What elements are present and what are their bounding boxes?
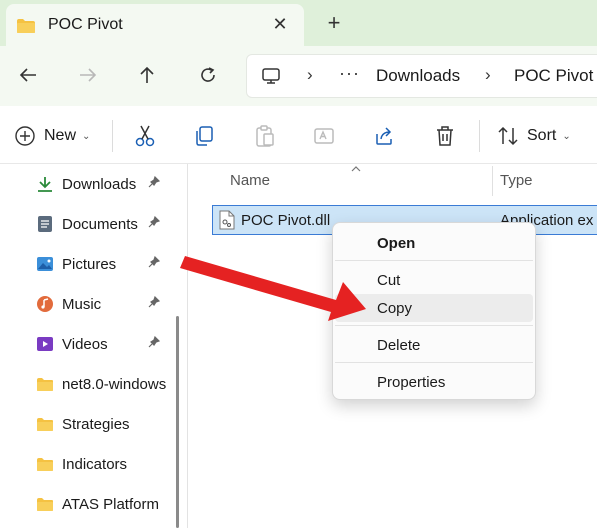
rename-icon bbox=[314, 128, 334, 144]
menu-item-label: Delete bbox=[377, 337, 421, 354]
sidebar-item-label: Music bbox=[62, 295, 102, 313]
menu-item-label: Properties bbox=[377, 374, 446, 391]
menu-item-delete[interactable]: Delete bbox=[335, 331, 533, 359]
breadcrumb-downloads[interactable]: Downloads bbox=[376, 66, 460, 86]
document-icon bbox=[36, 215, 54, 233]
sidebar-item-label: Documents bbox=[62, 215, 138, 233]
new-button[interactable]: New ⌄ bbox=[14, 122, 90, 150]
music-icon bbox=[36, 295, 54, 313]
up-button[interactable] bbox=[134, 62, 160, 88]
sidebar-item-label: Indicators bbox=[62, 455, 128, 473]
trash-icon bbox=[437, 126, 453, 146]
new-label: New bbox=[44, 127, 77, 144]
back-button[interactable] bbox=[15, 62, 41, 88]
sidebar-item-net8[interactable]: net8.0-windows bbox=[36, 371, 176, 397]
chevron-right-icon: › bbox=[307, 65, 313, 84]
sort-button[interactable]: Sort ⌄ bbox=[497, 122, 571, 150]
sidebar-item-music[interactable]: Music bbox=[36, 291, 176, 317]
sidebar-item-label: Downloads bbox=[62, 175, 137, 193]
chevron-down-icon: ⌄ bbox=[82, 130, 91, 142]
tab-bar: POC Pivot ✕ + bbox=[0, 0, 597, 46]
sidebar-item-label: ATAS Platform bbox=[62, 495, 159, 513]
forward-button[interactable] bbox=[75, 62, 101, 88]
share-button[interactable] bbox=[373, 122, 395, 150]
menu-item-cut[interactable]: Cut bbox=[335, 266, 533, 294]
pin-icon[interactable] bbox=[148, 295, 161, 311]
file-name: POC Pivot.dll bbox=[241, 212, 331, 229]
command-bar: New ⌄ Sort ⌄ bbox=[0, 106, 597, 164]
copy-icon bbox=[196, 126, 213, 146]
videos-icon bbox=[36, 335, 54, 353]
sidebar-item-strategies[interactable]: Strategies bbox=[36, 411, 176, 437]
download-icon bbox=[36, 175, 54, 193]
sidebar-item-label: Videos bbox=[62, 335, 108, 353]
menu-item-label: Open bbox=[377, 235, 416, 252]
sidebar-item-downloads[interactable]: Downloads bbox=[36, 171, 176, 197]
pin-icon[interactable] bbox=[148, 175, 161, 191]
sort-ascending-icon bbox=[351, 161, 361, 175]
sidebar-item-pictures[interactable]: Pictures bbox=[36, 251, 176, 277]
share-icon bbox=[376, 127, 392, 145]
chevron-right-icon: › bbox=[485, 65, 491, 84]
plus-circle-icon bbox=[15, 126, 35, 146]
menu-item-label: Copy bbox=[377, 300, 413, 317]
scissors-icon bbox=[135, 125, 155, 147]
delete-button[interactable] bbox=[434, 122, 456, 150]
pin-icon[interactable] bbox=[148, 255, 161, 271]
folder-icon bbox=[36, 495, 54, 513]
arrow-up-icon bbox=[140, 66, 154, 83]
column-divider[interactable] bbox=[492, 166, 493, 196]
overflow-menu[interactable]: ··· bbox=[339, 63, 360, 84]
paste-button[interactable] bbox=[254, 122, 276, 150]
paste-icon bbox=[256, 125, 274, 147]
pin-icon[interactable] bbox=[148, 215, 161, 231]
menu-separator bbox=[335, 260, 533, 261]
tab-poc-pivot[interactable]: POC Pivot ✕ bbox=[6, 4, 304, 46]
folder-icon bbox=[36, 455, 54, 473]
cut-button[interactable] bbox=[134, 122, 156, 150]
folder-icon bbox=[16, 18, 36, 38]
chevron-down-icon: ⌄ bbox=[562, 130, 571, 142]
sidebar-item-videos[interactable]: Videos bbox=[36, 331, 176, 357]
new-tab-button[interactable]: + bbox=[322, 10, 346, 36]
sidebar-scrollbar[interactable] bbox=[176, 316, 179, 528]
arrow-left-icon bbox=[19, 68, 36, 82]
sidebar-item-atas-platform[interactable]: ATAS Platform bbox=[36, 491, 176, 517]
pictures-icon bbox=[36, 255, 54, 273]
column-header-type[interactable]: Type bbox=[500, 172, 533, 189]
close-icon[interactable]: ✕ bbox=[270, 14, 290, 35]
refresh-button[interactable] bbox=[195, 62, 221, 88]
folder-icon bbox=[36, 415, 54, 433]
refresh-icon bbox=[201, 67, 215, 82]
folder-icon bbox=[36, 375, 54, 393]
sidebar-item-indicators[interactable]: Indicators bbox=[36, 451, 176, 477]
tab-title: POC Pivot bbox=[48, 16, 123, 33]
menu-item-properties[interactable]: Properties bbox=[335, 368, 533, 396]
copy-button[interactable] bbox=[193, 122, 215, 150]
breadcrumb-poc-pivot[interactable]: POC Pivot bbox=[514, 66, 593, 86]
sidebar-item-label: net8.0-windows bbox=[62, 375, 167, 393]
divider bbox=[479, 120, 480, 152]
sidebar-item-label: Strategies bbox=[62, 415, 130, 433]
divider bbox=[112, 120, 113, 152]
dll-file-icon bbox=[219, 210, 235, 234]
sort-label: Sort bbox=[527, 127, 557, 144]
address-bar[interactable]: › ··· Downloads › POC Pivot bbox=[246, 54, 597, 98]
sidebar-item-label: Pictures bbox=[62, 255, 117, 273]
context-menu: Open Cut Copy Delete Properties bbox=[332, 222, 536, 400]
navigation-pane: Downloads Documents Pictures Music Video… bbox=[0, 164, 188, 528]
column-header-name[interactable]: Name bbox=[230, 172, 270, 189]
rename-button[interactable] bbox=[313, 122, 335, 150]
menu-separator bbox=[335, 325, 533, 326]
navigation-bar: › ··· Downloads › POC Pivot bbox=[0, 46, 597, 106]
menu-item-copy[interactable]: Copy bbox=[335, 294, 533, 322]
menu-item-label: Cut bbox=[377, 272, 401, 289]
menu-item-open[interactable]: Open bbox=[335, 229, 533, 257]
menu-separator bbox=[335, 362, 533, 363]
this-pc-icon[interactable] bbox=[261, 66, 281, 90]
pin-icon[interactable] bbox=[148, 335, 161, 351]
sidebar-item-documents[interactable]: Documents bbox=[36, 211, 176, 237]
arrow-right-icon bbox=[80, 68, 97, 82]
sort-icon bbox=[498, 126, 518, 146]
